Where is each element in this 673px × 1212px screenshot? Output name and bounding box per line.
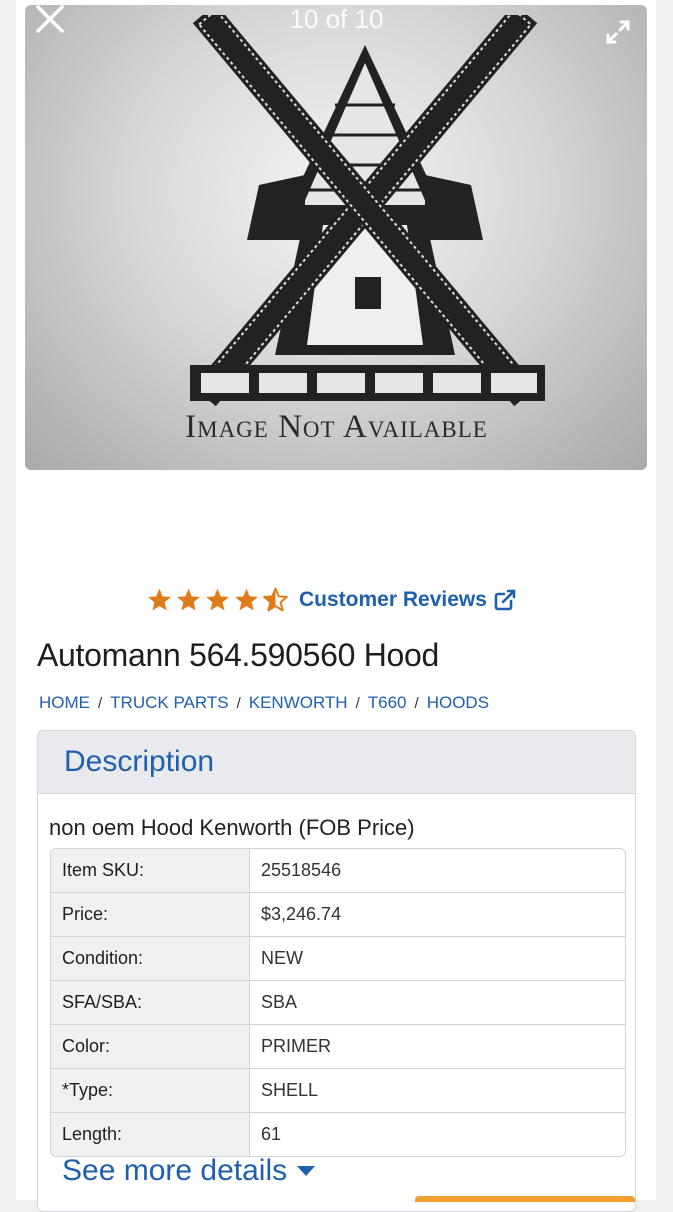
spec-value: SBA (261, 992, 298, 1012)
spec-value: 61 (261, 1124, 282, 1144)
gallery-counter: 10 of 10 (289, 4, 384, 34)
table-row: Color: PRIMER (51, 1025, 625, 1069)
star-icon (177, 588, 200, 611)
half-star-icon (263, 587, 288, 612)
table-row: Price: $3,246.74 (51, 893, 625, 937)
customer-reviews-link[interactable]: Customer Reviews (299, 588, 517, 612)
windmill-placeholder-image (190, 15, 545, 407)
description-heading: Description (64, 745, 215, 778)
star-icon (148, 588, 171, 611)
spec-label: SFA/SBA: (51, 981, 250, 1024)
spec-label: Item SKU: (51, 849, 250, 892)
description-panel: Description non oem Hood Kenworth (FOB P… (37, 730, 636, 1212)
image-not-available-text: Image Not Available (185, 409, 488, 445)
see-more-details-button[interactable]: See more details (62, 1154, 317, 1188)
star-icon (206, 588, 229, 611)
spec-label: *Type: (51, 1069, 250, 1112)
customer-reviews-label: Customer Reviews (299, 588, 487, 611)
see-more-label: See more details (62, 1154, 288, 1187)
spec-value: $3,246.74 (261, 904, 342, 924)
table-row: Item SKU: 25518546 (51, 849, 625, 893)
description-header[interactable]: Description (38, 731, 635, 794)
spec-label: Price: (51, 893, 250, 936)
spec-value: NEW (261, 948, 303, 968)
spec-label: Length: (51, 1113, 250, 1156)
external-link-icon (494, 589, 516, 611)
breadcrumb-home[interactable]: HOME (39, 693, 90, 713)
breadcrumb: HOME / TRUCK PARTS / KENWORTH / T660 / H… (39, 693, 489, 713)
caret-down-icon (297, 1166, 316, 1176)
expand-icon[interactable] (604, 18, 634, 48)
breadcrumb-hoods[interactable]: HOODS (427, 693, 489, 713)
spec-label: Color: (51, 1025, 250, 1068)
spec-value: PRIMER (261, 1036, 332, 1056)
star-rating (146, 587, 289, 613)
star-icon (235, 588, 258, 611)
spec-label: Condition: (51, 937, 250, 980)
add-to-cart-button-edge[interactable] (415, 1196, 635, 1202)
rating-row: Customer Reviews (146, 584, 517, 616)
description-summary: non oem Hood Kenworth (FOB Price) (49, 815, 415, 840)
spec-table: Item SKU: 25518546 Price: $3,246.74 Cond… (50, 848, 626, 1157)
table-row: *Type: SHELL (51, 1069, 625, 1113)
table-row: SFA/SBA: SBA (51, 981, 625, 1025)
spec-value: 25518546 (261, 860, 342, 880)
breadcrumb-t660[interactable]: T660 (368, 693, 407, 713)
breadcrumb-separator: / (236, 694, 241, 712)
breadcrumb-separator: / (355, 694, 360, 712)
breadcrumb-separator: / (414, 694, 419, 712)
product-image-gallery[interactable]: Image Not Available (25, 5, 647, 470)
breadcrumb-kenworth[interactable]: KENWORTH (249, 693, 348, 713)
table-row: Length: 61 (51, 1113, 625, 1156)
breadcrumb-separator: / (98, 694, 103, 712)
product-title: Automann 564.590560 Hood (37, 637, 440, 673)
breadcrumb-truck-parts[interactable]: TRUCK PARTS (110, 693, 228, 713)
spec-value: SHELL (261, 1080, 319, 1100)
table-row: Condition: NEW (51, 937, 625, 981)
